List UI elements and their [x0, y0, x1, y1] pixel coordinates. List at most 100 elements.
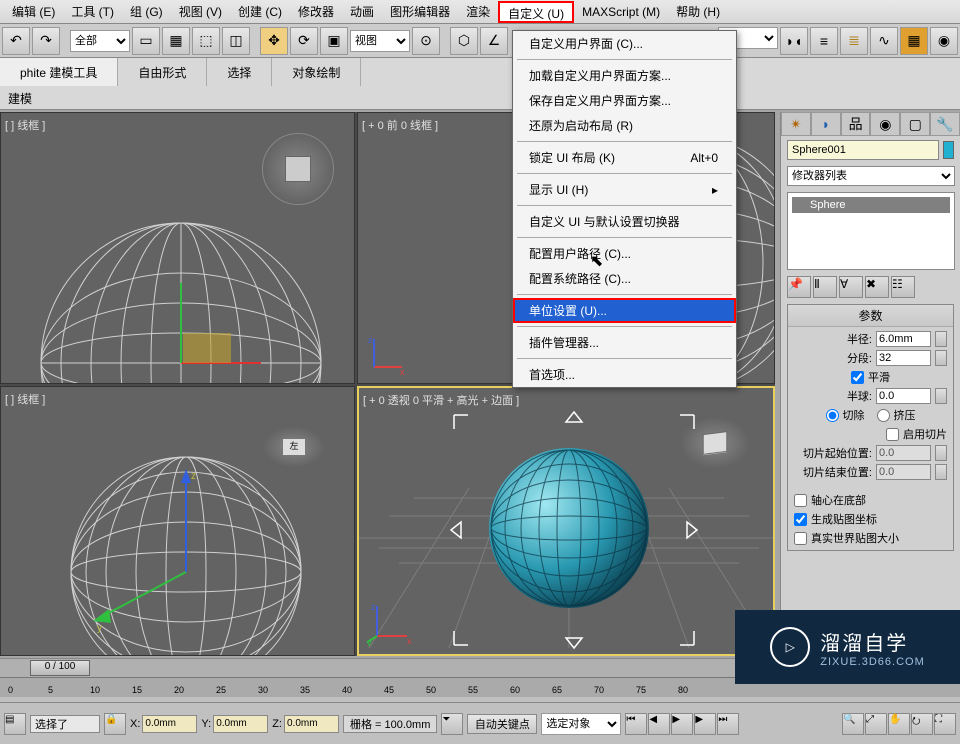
menu-modifiers[interactable]: 修改器	[290, 1, 342, 23]
menu-customize[interactable]: 自定义 (U)	[498, 1, 574, 23]
selection-filter-select[interactable]: 全部	[70, 30, 130, 52]
real-world-checkbox[interactable]	[794, 532, 807, 545]
layers-button[interactable]: ≣	[840, 27, 868, 55]
menu-item-units-setup[interactable]: 单位设置 (U)...	[513, 298, 736, 323]
snap-toggle-button[interactable]: ⬡	[450, 27, 478, 55]
squash-radio[interactable]	[877, 409, 890, 422]
align-button[interactable]: ≡	[810, 27, 838, 55]
tab-motion[interactable]: ◉	[870, 112, 900, 136]
menu-item-save-scheme[interactable]: 保存自定义用户界面方案...	[513, 88, 736, 113]
zoom-all-button[interactable]: ⤢	[865, 713, 887, 735]
select-region-button[interactable]: ⬚	[192, 27, 220, 55]
zoom-button[interactable]: 🔍	[842, 713, 864, 735]
menu-maxscript[interactable]: MAXScript (M)	[574, 1, 668, 23]
ribbon-tab-graphite[interactable]: phite 建模工具	[0, 58, 118, 86]
menu-group[interactable]: 组 (G)	[122, 1, 171, 23]
ribbon-tab-objectpaint[interactable]: 对象绘制	[272, 58, 361, 86]
viewport-perspective[interactable]: [ + 0 透视 0 平滑 + 高光 + 边面 ]	[357, 386, 775, 656]
smooth-checkbox[interactable]	[851, 371, 864, 384]
radius-input[interactable]	[876, 331, 931, 347]
undo-button[interactable]: ↶	[2, 27, 30, 55]
menu-item-preferences[interactable]: 首选项...	[513, 362, 736, 387]
scale-button[interactable]: ▣	[320, 27, 348, 55]
redo-button[interactable]: ↷	[32, 27, 60, 55]
spinner-buttons[interactable]	[935, 388, 947, 404]
menu-help[interactable]: 帮助 (H)	[668, 1, 728, 23]
menu-item-user-paths[interactable]: 配置用户路径 (C)...	[513, 241, 736, 266]
segments-input[interactable]	[876, 350, 931, 366]
menu-item-load-scheme[interactable]: 加载自定义用户界面方案...	[513, 63, 736, 88]
rollout-header[interactable]: 参数	[788, 305, 953, 327]
x-input[interactable]	[142, 715, 197, 733]
remove-modifier-button[interactable]: ✖	[865, 276, 889, 298]
chop-radio[interactable]	[826, 409, 839, 422]
object-color-swatch[interactable]	[943, 141, 954, 159]
menu-item-lock-layout[interactable]: 锁定 UI 布局 (K)Alt+0	[513, 145, 736, 170]
select-by-name-button[interactable]: ▦	[162, 27, 190, 55]
object-name-input[interactable]	[787, 140, 939, 160]
ribbon-tab-freeform[interactable]: 自由形式	[118, 58, 207, 86]
viewport-left[interactable]: [ ] 线框 ] 左 yz	[0, 386, 355, 656]
time-tag-button[interactable]: ⏷	[441, 713, 463, 735]
mirror-button[interactable]: ◗◖	[780, 27, 808, 55]
pin-stack-button[interactable]: 📌	[787, 276, 811, 298]
menu-item-customize-ui[interactable]: 自定义用户界面 (C)...	[513, 31, 736, 56]
tab-utilities[interactable]: 🔧	[930, 112, 960, 136]
slice-on-checkbox[interactable]	[886, 428, 899, 441]
menu-views[interactable]: 视图 (V)	[171, 1, 230, 23]
spinner-buttons[interactable]	[935, 350, 947, 366]
menu-grapheditors[interactable]: 图形编辑器	[382, 1, 458, 23]
rotate-button[interactable]: ⟳	[290, 27, 318, 55]
configure-sets-button[interactable]: ☷	[891, 276, 915, 298]
key-filter-select[interactable]: 选定对象	[541, 713, 621, 735]
make-unique-button[interactable]: ∀	[839, 276, 863, 298]
modifier-stack[interactable]: Sphere	[787, 192, 955, 270]
y-input[interactable]	[213, 715, 268, 733]
maxscript-listener-button[interactable]: ▤	[4, 713, 26, 735]
menu-rendering[interactable]: 渲染	[458, 1, 498, 23]
pan-button[interactable]: ✋	[888, 713, 910, 735]
menu-item-show-ui[interactable]: 显示 UI (H)▸	[513, 177, 736, 202]
orbit-button[interactable]: ⭮	[911, 713, 933, 735]
z-input[interactable]	[284, 715, 339, 733]
menu-edit[interactable]: 编辑 (E)	[4, 1, 63, 23]
schematic-button[interactable]: ▦	[900, 27, 928, 55]
viewcube-icon[interactable]	[262, 133, 334, 205]
next-frame-button[interactable]: ▶	[694, 713, 716, 735]
gen-uv-checkbox[interactable]	[794, 513, 807, 526]
ribbon-tab-selection[interactable]: 选择	[207, 58, 272, 86]
tab-modify[interactable]: ◗	[811, 112, 841, 136]
lock-selection-button[interactable]: 🔒	[104, 713, 126, 735]
select-object-button[interactable]: ▭	[132, 27, 160, 55]
menu-tools[interactable]: 工具 (T)	[63, 1, 122, 23]
spinner-buttons[interactable]	[935, 331, 947, 347]
tab-hierarchy[interactable]: 品	[841, 112, 871, 136]
menu-item-revert-layout[interactable]: 还原为启动布局 (R)	[513, 113, 736, 138]
time-slider-thumb[interactable]: 0 / 100	[30, 660, 90, 676]
stack-item-sphere[interactable]: Sphere	[792, 197, 950, 213]
move-button[interactable]: ✥	[260, 27, 288, 55]
modifier-list-select[interactable]: 修改器列表	[787, 166, 955, 186]
hemisphere-input[interactable]	[876, 388, 931, 404]
tab-create[interactable]: ✴	[781, 112, 811, 136]
ref-coord-select[interactable]: 视图	[350, 30, 410, 52]
curve-editor-button[interactable]: ∿	[870, 27, 898, 55]
show-end-result-button[interactable]: Ⅱ	[813, 276, 837, 298]
material-editor-button[interactable]: ◉	[930, 27, 958, 55]
goto-end-button[interactable]: ⏭	[717, 713, 739, 735]
viewport-top[interactable]: [ ] 线框 ]	[0, 112, 355, 384]
menu-create[interactable]: 创建 (C)	[230, 1, 290, 23]
menu-item-system-paths[interactable]: 配置系统路径 (C)...	[513, 266, 736, 291]
auto-key-button[interactable]: 自动关键点	[467, 714, 537, 734]
menu-animation[interactable]: 动画	[342, 1, 382, 23]
play-button[interactable]: ▶	[671, 713, 693, 735]
goto-start-button[interactable]: ⏮	[625, 713, 647, 735]
tab-display[interactable]: ▢	[900, 112, 930, 136]
prev-frame-button[interactable]: ◀	[648, 713, 670, 735]
use-pivot-button[interactable]: ⊙	[412, 27, 440, 55]
menu-item-plugin-manager[interactable]: 插件管理器...	[513, 330, 736, 355]
angle-snap-button[interactable]: ∠	[480, 27, 508, 55]
maximize-viewport-button[interactable]: ⛶	[934, 713, 956, 735]
window-crossing-button[interactable]: ◫	[222, 27, 250, 55]
base-pivot-checkbox[interactable]	[794, 494, 807, 507]
